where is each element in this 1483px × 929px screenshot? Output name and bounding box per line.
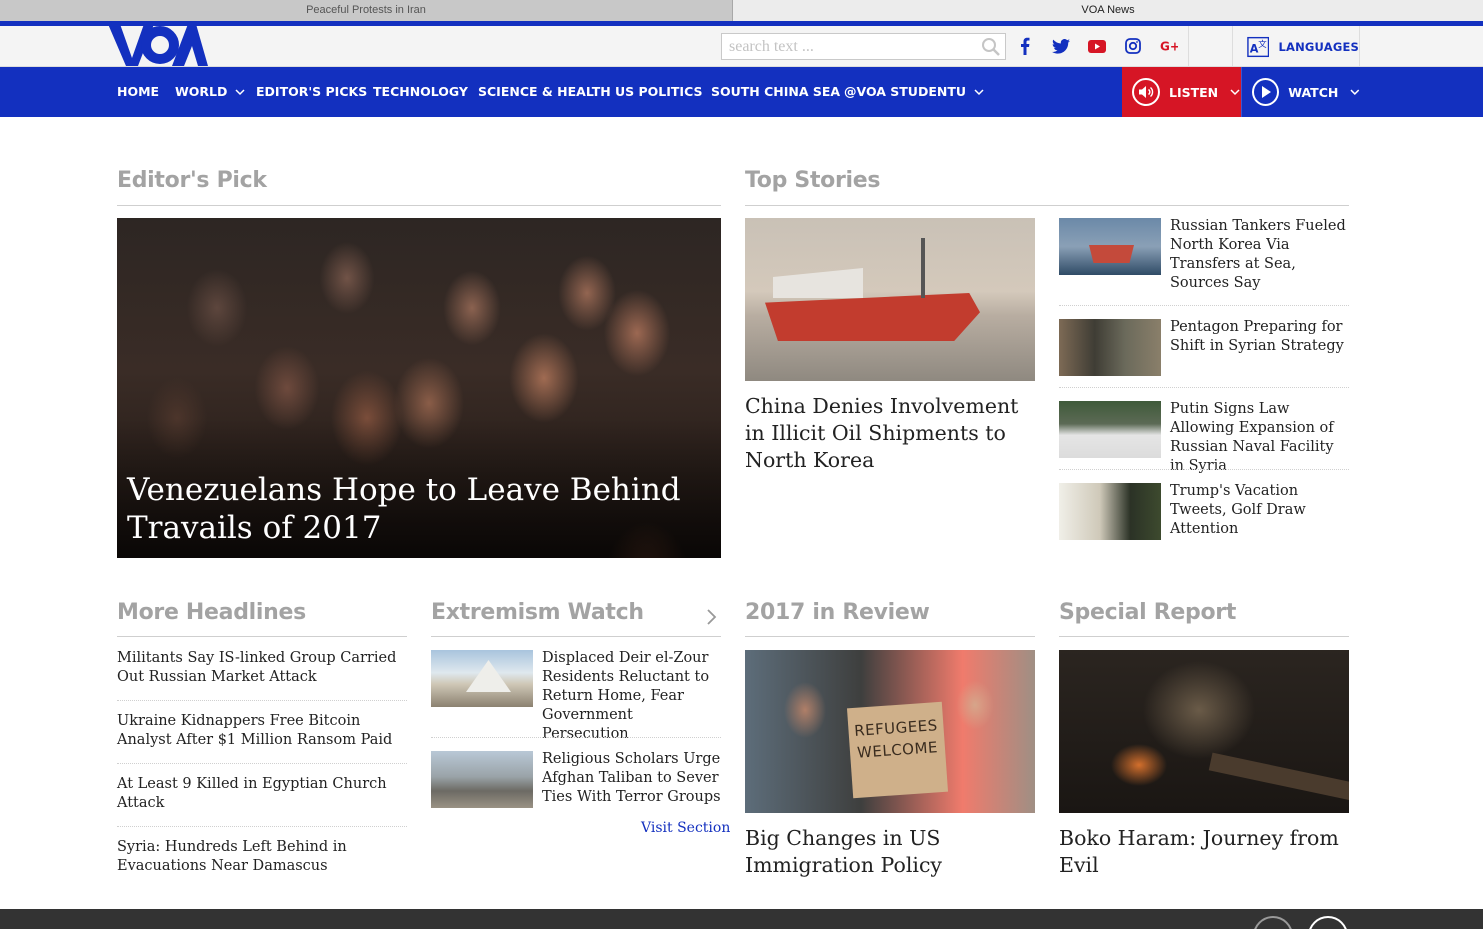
headline-item[interactable]: At Least 9 Killed in Egyptian Church Att… [117, 775, 397, 813]
chevron-down-icon [1350, 89, 1360, 95]
row-divider [117, 826, 407, 827]
nav-item-south-china-sea[interactable]: SOUTH CHINA SEA [711, 67, 840, 117]
top-stories-title[interactable]: Top Stories [745, 168, 881, 193]
side-story-headline[interactable]: Russian Tankers Fueled North Korea Via T… [1170, 217, 1350, 293]
row-divider [117, 700, 407, 701]
visit-section-link[interactable]: Visit Section [641, 820, 730, 836]
listen-button[interactable]: LISTEN [1122, 67, 1241, 117]
youtube-icon[interactable] [1086, 35, 1108, 57]
browser-tab-title: VOA News [1081, 4, 1135, 16]
footer-prev-button[interactable] [1253, 916, 1293, 929]
footer-bar [0, 909, 1483, 929]
nav-label: SOUTH CHINA SEA [711, 84, 841, 99]
protest-sign: REFUGEES WELCOME [846, 701, 949, 799]
browser-tab-iran[interactable]: Peaceful Protests in Iran [0, 0, 733, 21]
image-detail [921, 238, 925, 298]
browser-tab-voa[interactable]: VOA News [733, 0, 1483, 21]
twitter-icon[interactable] [1050, 35, 1072, 57]
story-thumbnail[interactable] [1059, 319, 1161, 376]
chevron-right-icon[interactable] [704, 607, 718, 627]
section-divider [745, 205, 1349, 206]
review-2017-title[interactable]: 2017 in Review [745, 600, 930, 625]
voa-logo[interactable] [108, 24, 208, 66]
nav-label: SCIENCE & HEALTH [478, 84, 611, 99]
story-thumbnail[interactable] [1059, 218, 1161, 275]
section-divider [745, 636, 1035, 637]
nav-label: HOME [117, 84, 160, 99]
top-story-image[interactable] [745, 218, 1035, 381]
section-divider [431, 636, 721, 637]
row-divider [1059, 387, 1349, 388]
top-story-headline[interactable]: China Denies Involvement in Illicit Oil … [745, 393, 1035, 474]
story-thumbnail[interactable] [1059, 483, 1161, 540]
svg-text:G+: G+ [1160, 40, 1178, 52]
nav-label: @VOA STUDENTU [844, 84, 967, 99]
play-icon [1252, 78, 1280, 106]
nav-label: TECHNOLOGY [373, 84, 468, 99]
speaker-icon [1132, 78, 1160, 106]
nav-label: US POLITICS [615, 84, 703, 99]
side-story-headline[interactable]: Pentagon Preparing for Shift in Syrian S… [1170, 318, 1350, 356]
browser-tab-strip: Peaceful Protests in Iran VOA News [0, 0, 1483, 21]
watch-button[interactable]: WATCH [1241, 67, 1360, 117]
search-icon[interactable] [981, 37, 1001, 57]
facebook-icon[interactable] [1014, 35, 1036, 57]
languages-label: LANGUAGES [1278, 39, 1359, 54]
special-report-title[interactable]: Special Report [1059, 600, 1236, 625]
row-divider [1059, 469, 1349, 470]
chevron-down-icon [235, 89, 245, 96]
section-divider [117, 636, 407, 637]
footer-next-button[interactable] [1308, 916, 1348, 929]
side-story-headline[interactable]: Trump's Vacation Tweets, Golf Draw Atten… [1170, 482, 1350, 539]
review-2017-headline[interactable]: Big Changes in US Immigration Policy [745, 825, 1035, 879]
section-divider [1059, 636, 1349, 637]
header-divider [1188, 26, 1189, 67]
section-divider [117, 205, 721, 206]
image-detail [765, 293, 980, 341]
editors-pick-headline[interactable]: Venezuelans Hope to Leave Behind Travail… [127, 471, 687, 547]
headline-item[interactable]: Militants Say IS-linked Group Carried Ou… [117, 649, 412, 687]
listen-label: LISTEN [1169, 84, 1219, 100]
search-input[interactable] [722, 34, 972, 59]
image-detail [773, 268, 863, 298]
headline-item[interactable]: Syria: Hundreds Left Behind in Evacuatio… [117, 838, 397, 876]
review-2017-image[interactable]: REFUGEES WELCOME [745, 650, 1035, 813]
watch-label: WATCH [1288, 84, 1339, 100]
nav-label: EDITOR'S PICKS [256, 84, 368, 99]
extremism-watch-title[interactable]: Extremism Watch [431, 600, 644, 625]
row-divider [431, 737, 721, 738]
nav-item-world[interactable]: WORLD [175, 67, 245, 117]
row-divider [117, 763, 407, 764]
main-nav: HOME WORLD EDITOR'S PICKS TECHNOLOGY SCI… [0, 67, 1483, 117]
nav-item-home[interactable]: HOME [117, 67, 159, 117]
nav-label: WORLD [175, 84, 228, 99]
story-thumbnail[interactable] [431, 751, 533, 808]
nav-item-technology[interactable]: TECHNOLOGY [373, 67, 468, 117]
story-thumbnail[interactable] [1059, 401, 1161, 458]
row-divider [1059, 305, 1349, 306]
nav-item-voa-studentu[interactable]: @VOA STUDENTU [844, 67, 984, 117]
special-report-headline[interactable]: Boko Haram: Journey from Evil [1059, 825, 1349, 879]
extremism-headline[interactable]: Displaced Deir el-Zour Residents Relucta… [542, 649, 722, 744]
chevron-down-icon [974, 89, 984, 96]
extremism-headline[interactable]: Religious Scholars Urge Afghan Taliban t… [542, 750, 722, 807]
headline-item[interactable]: Ukraine Kidnappers Free Bitcoin Analyst … [117, 712, 412, 750]
instagram-icon[interactable] [1122, 35, 1144, 57]
more-headlines-title[interactable]: More Headlines [117, 600, 306, 625]
chevron-down-icon [1230, 89, 1240, 96]
nav-item-editors-picks[interactable]: EDITOR'S PICKS [256, 67, 367, 117]
google-plus-icon[interactable]: G+ [1158, 35, 1180, 57]
nav-item-science-health[interactable]: SCIENCE & HEALTH [478, 67, 611, 117]
editors-pick-title[interactable]: Editor's Pick [117, 168, 267, 193]
side-story-headline[interactable]: Putin Signs Law Allowing Expansion of Ru… [1170, 400, 1350, 476]
search-box [721, 33, 1006, 60]
nav-item-us-politics[interactable]: US POLITICS [615, 67, 703, 117]
image-detail [1208, 752, 1349, 802]
languages-button[interactable]: A 文 LANGUAGES [1232, 26, 1360, 67]
languages-icon: A 文 [1247, 36, 1270, 57]
story-thumbnail[interactable] [431, 650, 533, 707]
site-header: G+ A 文 LANGUAGES [0, 24, 1483, 67]
svg-text:文: 文 [1258, 39, 1267, 49]
special-report-image[interactable] [1059, 650, 1349, 813]
